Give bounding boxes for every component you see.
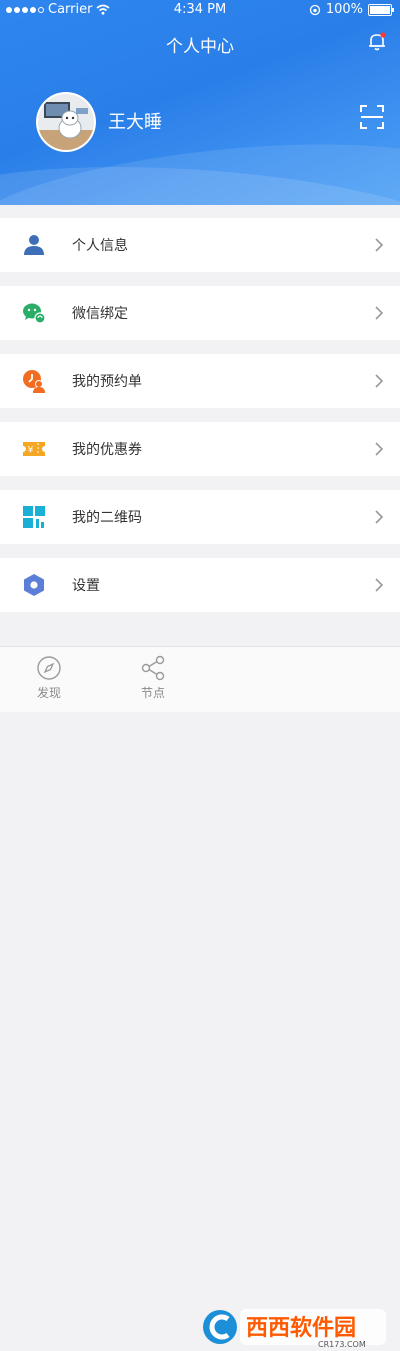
compass-icon: [37, 656, 61, 680]
tab-label: 发现: [36, 686, 61, 700]
tab-bar: 发现 节点 西西软件园 CR173.COM: [0, 646, 400, 1349]
profile-header: Carrier 4:34 PM 100% 个人中心 王大睡: [0, 0, 400, 205]
status-bar: Carrier 4:34 PM 100%: [0, 0, 400, 20]
menu-item-appointments[interactable]: 我的预约单: [0, 354, 400, 408]
menu-item-wechat-binding[interactable]: 微信绑定: [0, 286, 400, 340]
svg-text:¥: ¥: [28, 446, 34, 456]
watermark-subtext: CR173.COM: [318, 1340, 366, 1349]
chevron-right-icon: [375, 238, 384, 252]
tab-nodes[interactable]: 节点: [118, 655, 188, 701]
chevron-right-icon: [375, 306, 384, 320]
bell-icon[interactable]: [366, 30, 388, 52]
user-name: 王大睡: [108, 112, 162, 133]
tab-label: 节点: [140, 686, 165, 700]
menu-item-label: 我的二维码: [72, 510, 142, 526]
chevron-right-icon: [375, 374, 384, 388]
menu-item-coupons[interactable]: ¥ 我的优惠券: [0, 422, 400, 476]
menu-item-label: 个人信息: [72, 238, 128, 254]
watermark-logo: 西西软件园 CR173.COM: [203, 1309, 386, 1349]
avatar[interactable]: [36, 92, 96, 152]
appointment-icon: [23, 370, 45, 393]
chevron-right-icon: [375, 510, 384, 524]
status-right: 100%: [309, 2, 394, 17]
battery-label: 100%: [325, 2, 363, 17]
watermark-text: 西西软件园: [246, 1315, 356, 1341]
nodes-icon: [141, 655, 165, 681]
settings-icon: [24, 574, 44, 596]
chevron-right-icon: [375, 578, 384, 592]
avatar-image: [38, 94, 94, 150]
menu-item-qrcode[interactable]: 我的二维码: [0, 490, 400, 544]
menu-item-label: 我的预约单: [72, 374, 142, 390]
menu-item-label: 设置: [72, 578, 100, 594]
scan-icon[interactable]: [360, 104, 384, 130]
battery-icon: [368, 3, 394, 16]
page-title: 个人中心: [166, 37, 234, 57]
menu-item-settings[interactable]: 设置: [0, 558, 400, 612]
menu-list: 个人信息 微信绑定 我的预约单 ¥ 我的优惠券 我的二维码 设置: [0, 218, 400, 626]
menu-item-label: 微信绑定: [72, 306, 128, 322]
qrcode-icon: [23, 506, 45, 528]
menu-item-label: 我的优惠券: [72, 442, 142, 458]
menu-item-personal-info[interactable]: 个人信息: [0, 218, 400, 272]
orientation-lock-icon: [309, 4, 320, 15]
chevron-right-icon: [375, 442, 384, 456]
tab-discover[interactable]: 发现: [14, 655, 84, 701]
coupon-icon: ¥: [23, 442, 45, 456]
wechat-icon: [23, 303, 46, 324]
person-icon: [24, 235, 44, 255]
